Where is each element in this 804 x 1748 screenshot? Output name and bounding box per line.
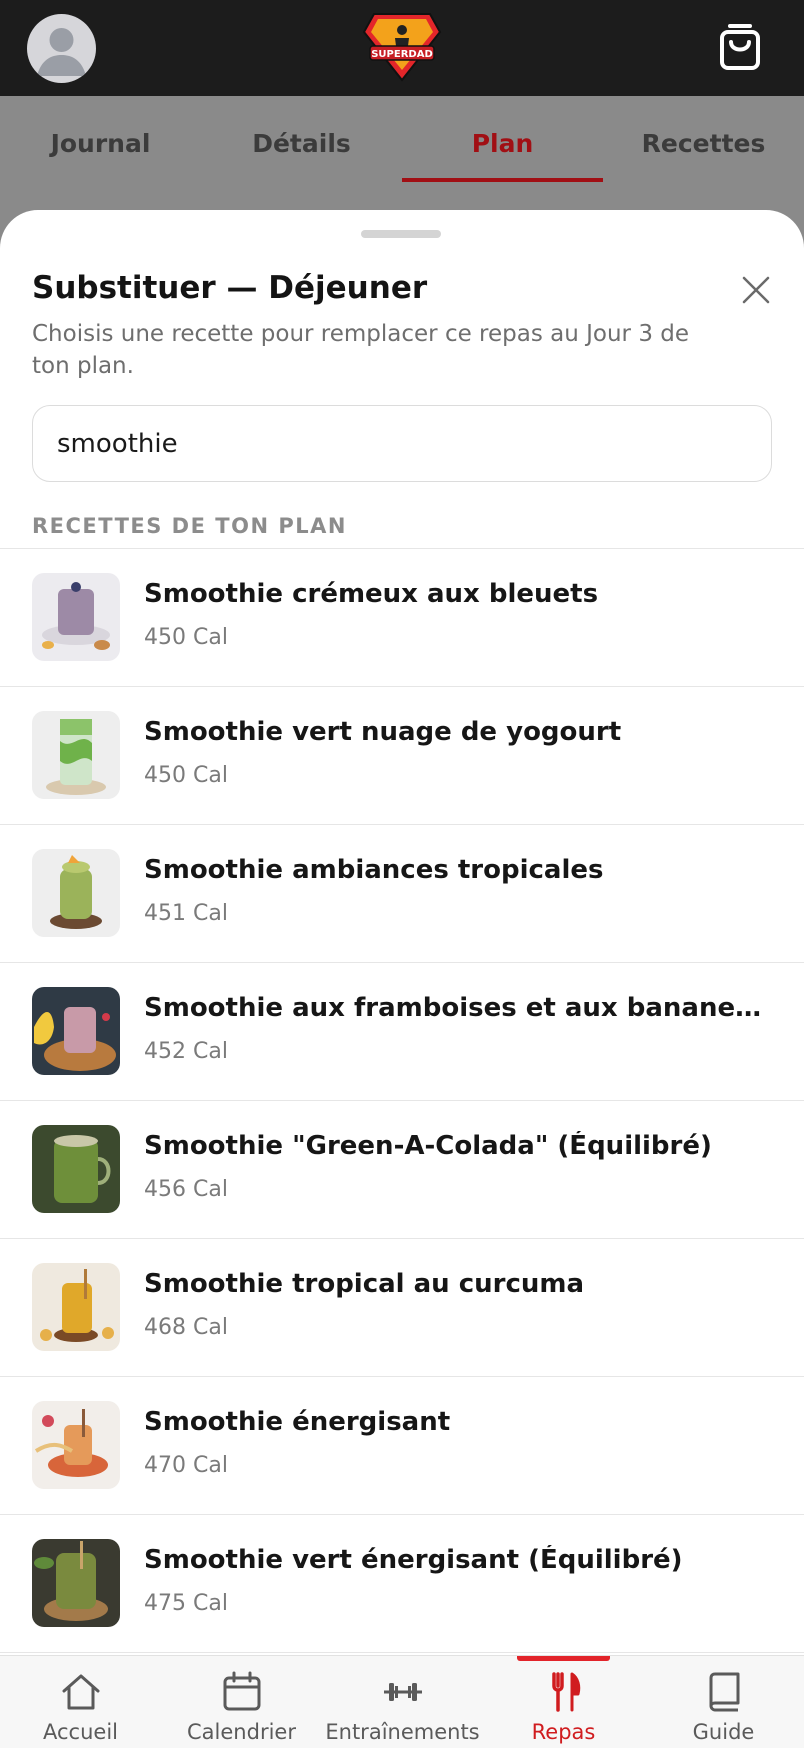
home-icon [59,1670,103,1714]
recipe-calories: 450 Cal [144,763,228,788]
recipe-name: Smoothie ambiances tropicales [144,855,604,885]
sheet-subtitle: Choisis une recette pour remplacer ce re… [32,321,690,379]
svg-text:SUPERDAD: SUPERDAD [371,49,433,60]
nav-label: Guide [692,1720,755,1744]
recipe-thumbnail [32,573,120,661]
recipe-name: Smoothie "Green-A-Colada" (Équilibré) [144,1131,712,1161]
superdad-logo: SUPERDAD [362,10,442,82]
recipe-name: Smoothie tropical au curcuma [144,1269,585,1299]
active-tab-indicator [402,178,603,182]
recipe-calories: 470 Cal [144,1453,228,1478]
nav-label: Repas [531,1720,596,1744]
tab-label: Plan [471,128,534,158]
nav-calendrier[interactable]: Calendrier [161,1656,322,1748]
substitute-sheet: Substituer — Déjeuner Choisis une recett… [0,210,804,1658]
list-item[interactable]: Smoothie crémeux aux bleuets 450 Cal [0,549,804,687]
sheet-title: Substituer — Déjeuner [32,270,428,306]
fork-knife-icon [542,1670,586,1714]
recipe-name: Smoothie aux framboises et aux bananes (… [144,993,764,1023]
recipe-thumbnail [32,1263,120,1351]
recipe-list: Smoothie crémeux aux bleuets 450 Cal Smo… [0,548,804,1653]
nav-label: Entraînements [325,1720,480,1744]
top-bar: SUPERDAD [0,0,804,96]
list-item[interactable]: Smoothie tropical au curcuma 468 Cal [0,1239,804,1377]
tab-label: Journal [50,128,151,158]
nav-accueil[interactable]: Accueil [0,1656,161,1748]
list-item[interactable]: Smoothie "Green-A-Colada" (Équilibré) 45… [0,1101,804,1239]
active-nav-indicator [517,1656,610,1661]
recipe-name: Smoothie énergisant [144,1407,451,1437]
recipe-calories: 451 Cal [144,901,228,926]
recipe-calories: 475 Cal [144,1591,228,1616]
recipe-name: Smoothie crémeux aux bleuets [144,579,599,609]
recipe-calories: 456 Cal [144,1177,228,1202]
recipe-name: Smoothie vert énergisant (Équilibré) [144,1545,683,1575]
close-icon[interactable] [736,270,776,310]
book-icon [702,1670,746,1714]
recipe-calories: 452 Cal [144,1039,228,1064]
sheet-drag-handle[interactable] [361,230,441,238]
recipe-thumbnail [32,711,120,799]
recipe-thumbnail [32,1125,120,1213]
shopping-bag-icon[interactable] [716,22,764,72]
nav-repas[interactable]: Repas [483,1656,644,1748]
list-item[interactable]: Smoothie aux framboises et aux bananes (… [0,963,804,1101]
list-item[interactable]: Smoothie énergisant 470 Cal [0,1377,804,1515]
calendar-icon [220,1670,264,1714]
section-label: RECETTES DE TON PLAN [32,514,347,538]
recipe-thumbnail [32,987,120,1075]
tab-journal[interactable]: Journal [0,96,201,190]
nav-guide[interactable]: Guide [643,1656,804,1748]
tab-recettes[interactable]: Recettes [603,96,804,190]
recipe-thumbnail [32,1539,120,1627]
nav-entrainements[interactable]: Entraînements [322,1656,483,1748]
list-item[interactable]: Smoothie vert énergisant (Équilibré) 475… [0,1515,804,1653]
nav-label: Accueil [43,1720,118,1744]
tab-label: Recettes [641,128,766,158]
nav-label: Calendrier [187,1720,296,1744]
tab-plan[interactable]: Plan [402,96,603,190]
recipe-calories: 468 Cal [144,1315,228,1340]
list-item[interactable]: Smoothie vert nuage de yogourt 450 Cal [0,687,804,825]
recipe-thumbnail [32,1401,120,1489]
tab-bar: Journal Détails Plan Recettes [0,96,804,190]
bottom-navigation: Accueil Calendrier Entraînements Repas G… [0,1655,804,1748]
search-value: smoothie [57,428,178,459]
recipe-name: Smoothie vert nuage de yogourt [144,717,622,747]
tab-details[interactable]: Détails [201,96,402,190]
user-avatar-icon[interactable] [27,14,96,83]
search-input[interactable]: smoothie [32,405,772,482]
recipe-thumbnail [32,849,120,937]
recipe-calories: 450 Cal [144,625,228,650]
dumbbell-icon [381,1670,425,1714]
tab-label: Détails [252,128,351,158]
list-item[interactable]: Smoothie ambiances tropicales 451 Cal [0,825,804,963]
